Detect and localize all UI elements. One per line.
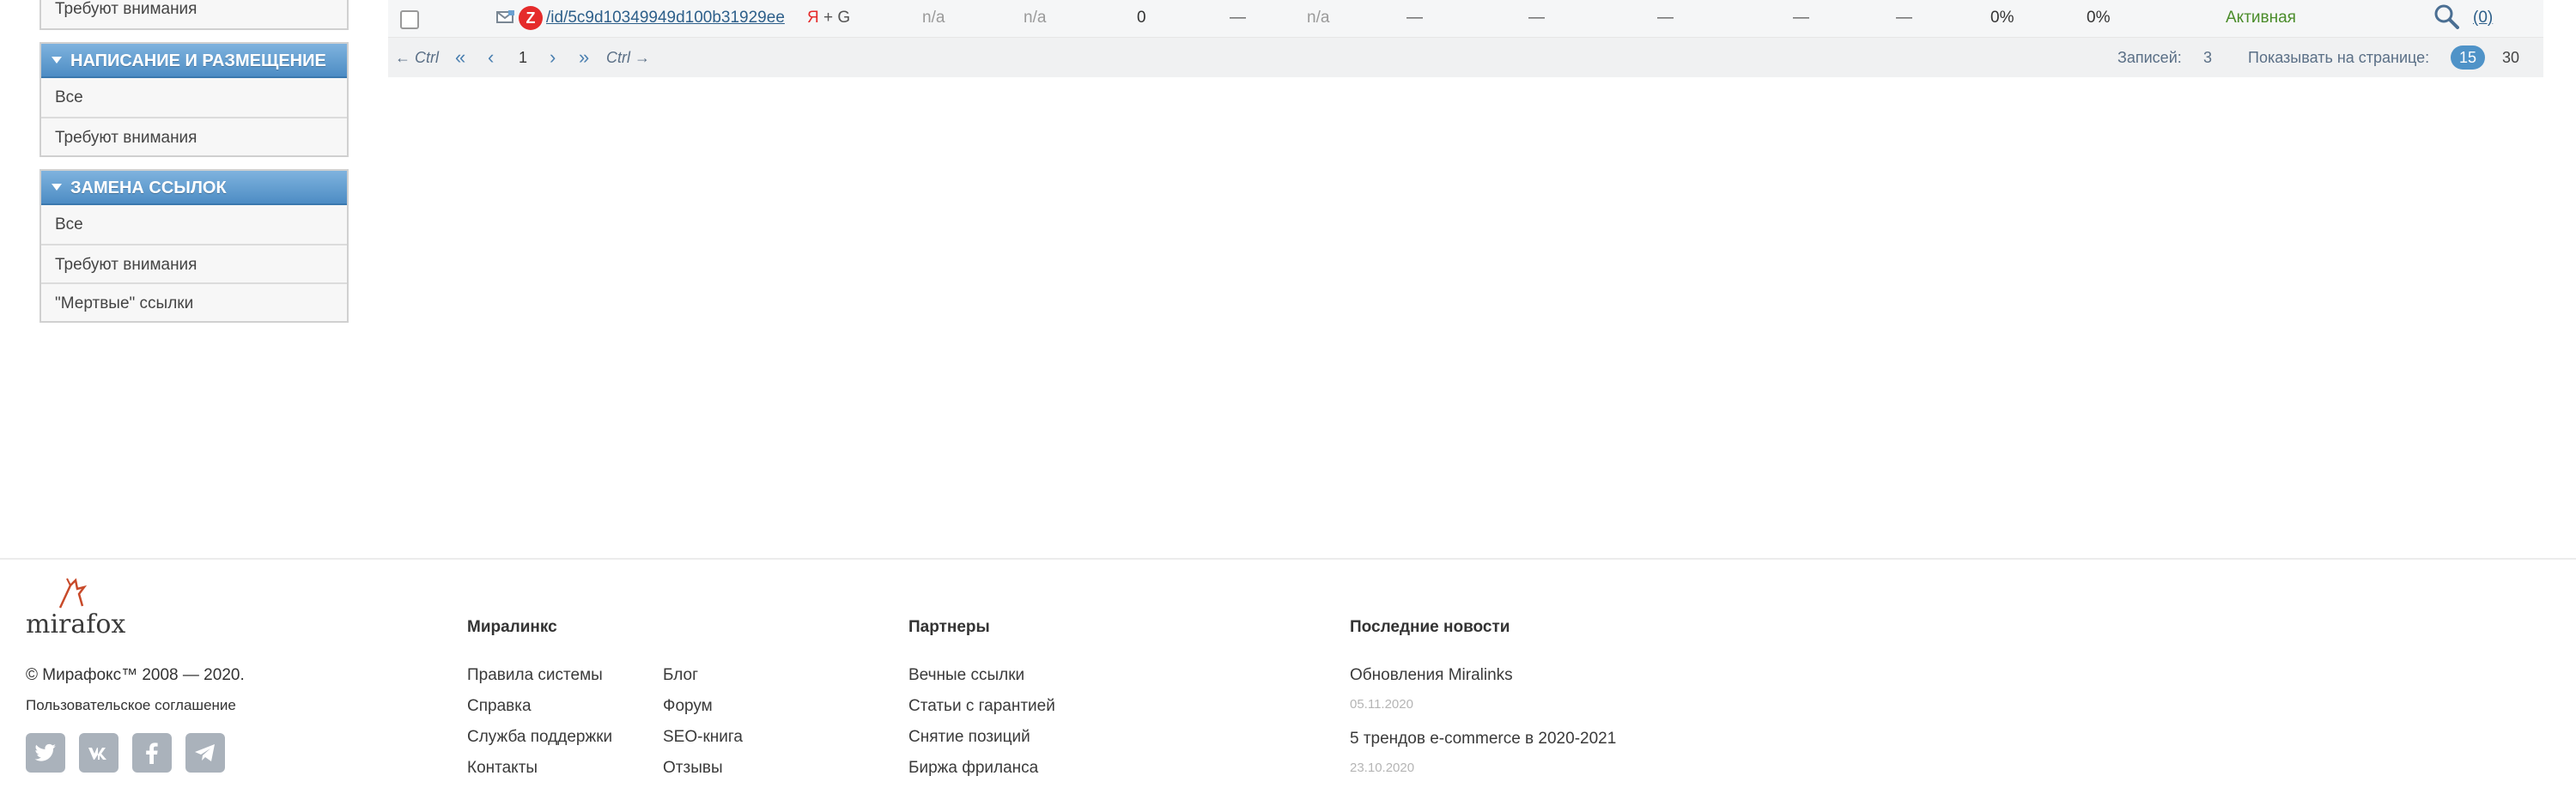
collapse-triangle-icon [52,56,62,64]
sidebar-item-all[interactable]: Все [41,78,347,117]
engine-yandex: Я [807,9,819,27]
footer-link-reviews[interactable]: Отзывы [663,759,723,778]
sidebar-header-label: ЗАМЕНА ССЫЛОК [70,179,227,197]
footer-link-eternal-links[interactable]: Вечные ссылки [908,666,1024,685]
prev-page-button[interactable]: ‹ [488,38,494,77]
mail-icon[interactable] [496,10,515,24]
prev-hint: ← Ctrl [395,49,439,66]
news-item-title[interactable]: Обновления Miralinks [1350,666,1513,685]
copyright: © Мирафокс™ 2008 — 2020. [26,666,245,684]
status-badge: Активная [2226,9,2296,27]
pagination: ← Ctrl « ‹ 1 › » Ctrl → Записей: 3 Показ… [388,38,2543,77]
footer-link-rules[interactable]: Правила системы [467,666,603,685]
footer-col-title-news: Последние новости [1350,618,1510,636]
row-checkbox[interactable] [400,10,419,29]
sidebar-box-links: Требуют внимания [39,0,349,30]
telegram-icon[interactable] [185,733,225,773]
footer-link-forum[interactable]: Форум [663,697,713,716]
search-icon[interactable] [2433,3,2459,29]
links-table: Z /id/5c9d10349949d100b31929ee Я + G n/a… [388,0,2543,77]
twitter-icon[interactable] [26,733,65,773]
facebook-icon[interactable] [132,733,172,773]
first-page-button[interactable]: « [455,38,465,77]
sidebar-box-replace: ЗАМЕНА ССЫЛОК Все Требуют внимания "Мерт… [39,169,349,323]
footer-link-contacts[interactable]: Контакты [467,759,538,778]
cell-na: n/a [922,9,945,27]
per-page-option[interactable]: 30 [2502,38,2519,77]
agreement-link[interactable]: Пользовательское соглашение [26,697,236,714]
cell-percent: 0% [2087,9,2111,27]
cell-dash: — [1896,9,1912,27]
engine-google: + G [818,9,851,27]
table-row: Z /id/5c9d10349949d100b31929ee Я + G n/a… [388,0,2543,38]
count-link[interactable]: (0) [2473,0,2493,36]
footer: mirafox © Мирафокс™ 2008 — 2020. Пользов… [0,560,2576,788]
sidebar-item-attention[interactable]: Требуют внимания [41,244,347,282]
last-page-button[interactable]: » [579,38,589,77]
fox-icon [58,578,88,609]
footer-col-title-partners: Партнеры [908,618,990,636]
sidebar-item-dead-links[interactable]: "Мертвые" ссылки [41,282,347,321]
cell-dash: — [1406,9,1423,27]
sidebar-item-attention[interactable]: Требуют внимания [41,0,347,28]
cell-dash: — [1230,9,1246,27]
page-number[interactable]: 1 [519,38,527,77]
footer-col-title-miralinks: Миралинкс [467,618,557,636]
cell-dash: — [1657,9,1674,27]
footer-link-positions[interactable]: Снятие позиций [908,728,1030,747]
next-hint: Ctrl → [606,49,650,66]
per-page-option-selected[interactable]: 15 [2451,45,2486,70]
news-item-date: 05.11.2020 [1350,697,1413,712]
footer-link-blog[interactable]: Блог [663,666,698,685]
logo-text: mirafox [26,609,126,639]
cell-dash: — [1793,9,1809,27]
sidebar-header-replace[interactable]: ЗАМЕНА ССЫЛОК [41,171,347,205]
cell-dash: — [1528,9,1545,27]
news-item-title[interactable]: 5 трендов e-commerce в 2020-2021 [1350,730,1616,749]
row-link[interactable]: /id/5c9d10349949d100b31929ee [546,0,785,36]
cell-na: n/a [1307,9,1330,27]
yandex-icon: Z [519,6,543,30]
footer-link-support[interactable]: Служба поддержки [467,728,612,747]
footer-link-freelance[interactable]: Биржа фриланса [908,759,1038,778]
records-count: 3 [2203,49,2213,66]
cell-na: n/a [1024,9,1047,27]
footer-link-articles[interactable]: Статьи с гарантией [908,697,1055,716]
sidebar-header-label: НАПИСАНИЕ И РАЗМЕЩЕНИЕ [70,52,326,70]
sidebar-header-writing[interactable]: НАПИСАНИЕ И РАЗМЕЩЕНИЕ [41,44,347,78]
search-engines: Я + G [807,0,850,36]
collapse-triangle-icon [52,183,62,191]
records-label: Записей: [2117,49,2182,66]
cell-percent: 0% [1990,9,2014,27]
sidebar-item-all[interactable]: Все [41,205,347,244]
next-page-button[interactable]: › [550,38,556,77]
footer-link-seo-book[interactable]: SEO-книга [663,728,743,747]
cell-zero: 0 [1137,9,1146,27]
footer-link-help[interactable]: Справка [467,697,532,716]
per-page-label: Показывать на странице: [2248,49,2430,66]
news-item-date: 23.10.2020 [1350,761,1415,775]
sidebar-box-writing: НАПИСАНИЕ И РАЗМЕЩЕНИЕ Все Требуют внима… [39,42,349,157]
mirafox-logo[interactable]: mirafox [26,578,125,639]
sidebar: Требуют внимания НАПИСАНИЕ И РАЗМЕЩЕНИЕ … [39,0,349,335]
vk-icon[interactable] [79,733,118,773]
sidebar-item-attention[interactable]: Требуют внимания [41,117,347,155]
